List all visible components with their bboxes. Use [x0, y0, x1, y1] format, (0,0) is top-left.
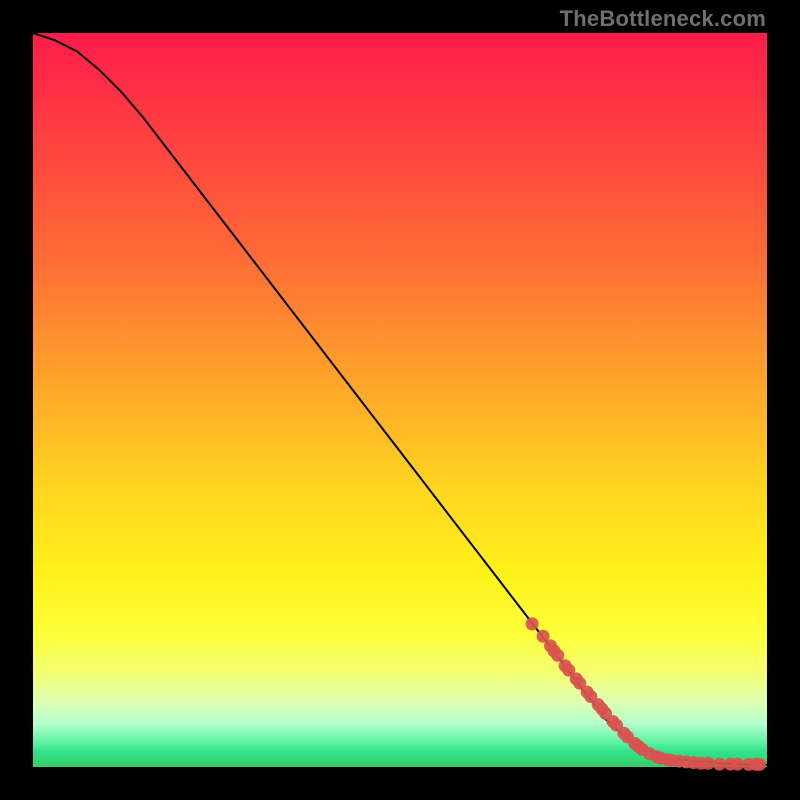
chart-svg: [0, 0, 800, 800]
data-point: [753, 758, 766, 771]
watermark-text: TheBottleneck.com: [560, 6, 766, 32]
bottleneck-curve: [33, 33, 767, 765]
data-point: [526, 617, 539, 630]
chart-frame: TheBottleneck.com: [0, 0, 800, 800]
data-points: [526, 617, 767, 771]
curve-path: [33, 33, 767, 765]
